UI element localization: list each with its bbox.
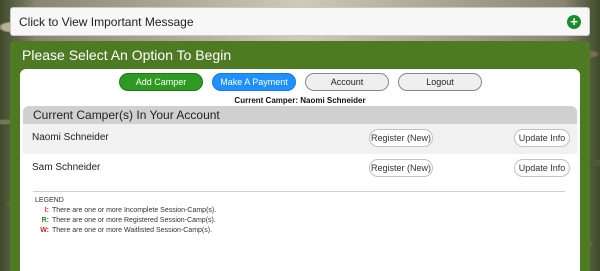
camper-name: Naomi Schneider bbox=[32, 132, 109, 143]
important-message-label: Click to View Important Message bbox=[19, 14, 194, 29]
legend-key-waitlisted: W: bbox=[40, 227, 49, 234]
legend-key-registered: R: bbox=[41, 217, 49, 224]
legend-item: I: There are one or more Incomplete Sessi… bbox=[35, 206, 216, 216]
current-camper-label: Current Camper: Naomi Schneider bbox=[234, 96, 366, 105]
register-new-button[interactable]: Register (New) bbox=[369, 129, 433, 147]
panel-title: Please Select An Option To Begin bbox=[22, 47, 232, 63]
legend-text-waitlisted: There are one or more Waitlisted Session… bbox=[52, 227, 213, 234]
camper-name: Sam Schneider bbox=[32, 162, 101, 173]
options-card: Add Camper Make A Payment Account Logout… bbox=[20, 69, 580, 271]
options-panel: Please Select An Option To Begin Add Cam… bbox=[10, 41, 590, 271]
make-payment-button[interactable]: Make A Payment bbox=[212, 73, 296, 91]
campers-section-header: Current Camper(s) In Your Account bbox=[23, 106, 577, 124]
add-camper-button[interactable]: Add Camper bbox=[119, 73, 203, 91]
legend-title: LEGEND bbox=[35, 197, 64, 204]
action-buttons: Add Camper Make A Payment Account Logout bbox=[20, 73, 580, 93]
logout-button[interactable]: Logout bbox=[398, 73, 482, 91]
legend-item: W: There are one or more Waitlisted Sessi… bbox=[35, 226, 216, 236]
account-button[interactable]: Account bbox=[305, 73, 389, 91]
section-divider bbox=[33, 191, 565, 192]
plus-circle-icon[interactable]: + bbox=[567, 14, 581, 29]
legend-key-incomplete: I: bbox=[44, 207, 49, 214]
update-info-button[interactable]: Update Info bbox=[514, 129, 570, 147]
camper-row: Sam Schneider Register (New) Update Info bbox=[23, 154, 577, 184]
legend: LEGEND I: There are one or more Incomplet… bbox=[35, 196, 216, 236]
camper-row: Naomi Schneider Register (New) Update In… bbox=[23, 124, 577, 154]
legend-item: R: There are one or more Registered Sessi… bbox=[35, 216, 216, 226]
legend-text-registered: There are one or more Registered Session… bbox=[52, 217, 216, 224]
register-new-button[interactable]: Register (New) bbox=[369, 159, 433, 177]
update-info-button[interactable]: Update Info bbox=[514, 159, 570, 177]
campers-section-title: Current Camper(s) In Your Account bbox=[33, 108, 220, 122]
legend-text-incomplete: There are one or more Incomplete Session… bbox=[52, 207, 217, 214]
important-message-bar[interactable]: Click to View Important Message + bbox=[10, 7, 590, 36]
